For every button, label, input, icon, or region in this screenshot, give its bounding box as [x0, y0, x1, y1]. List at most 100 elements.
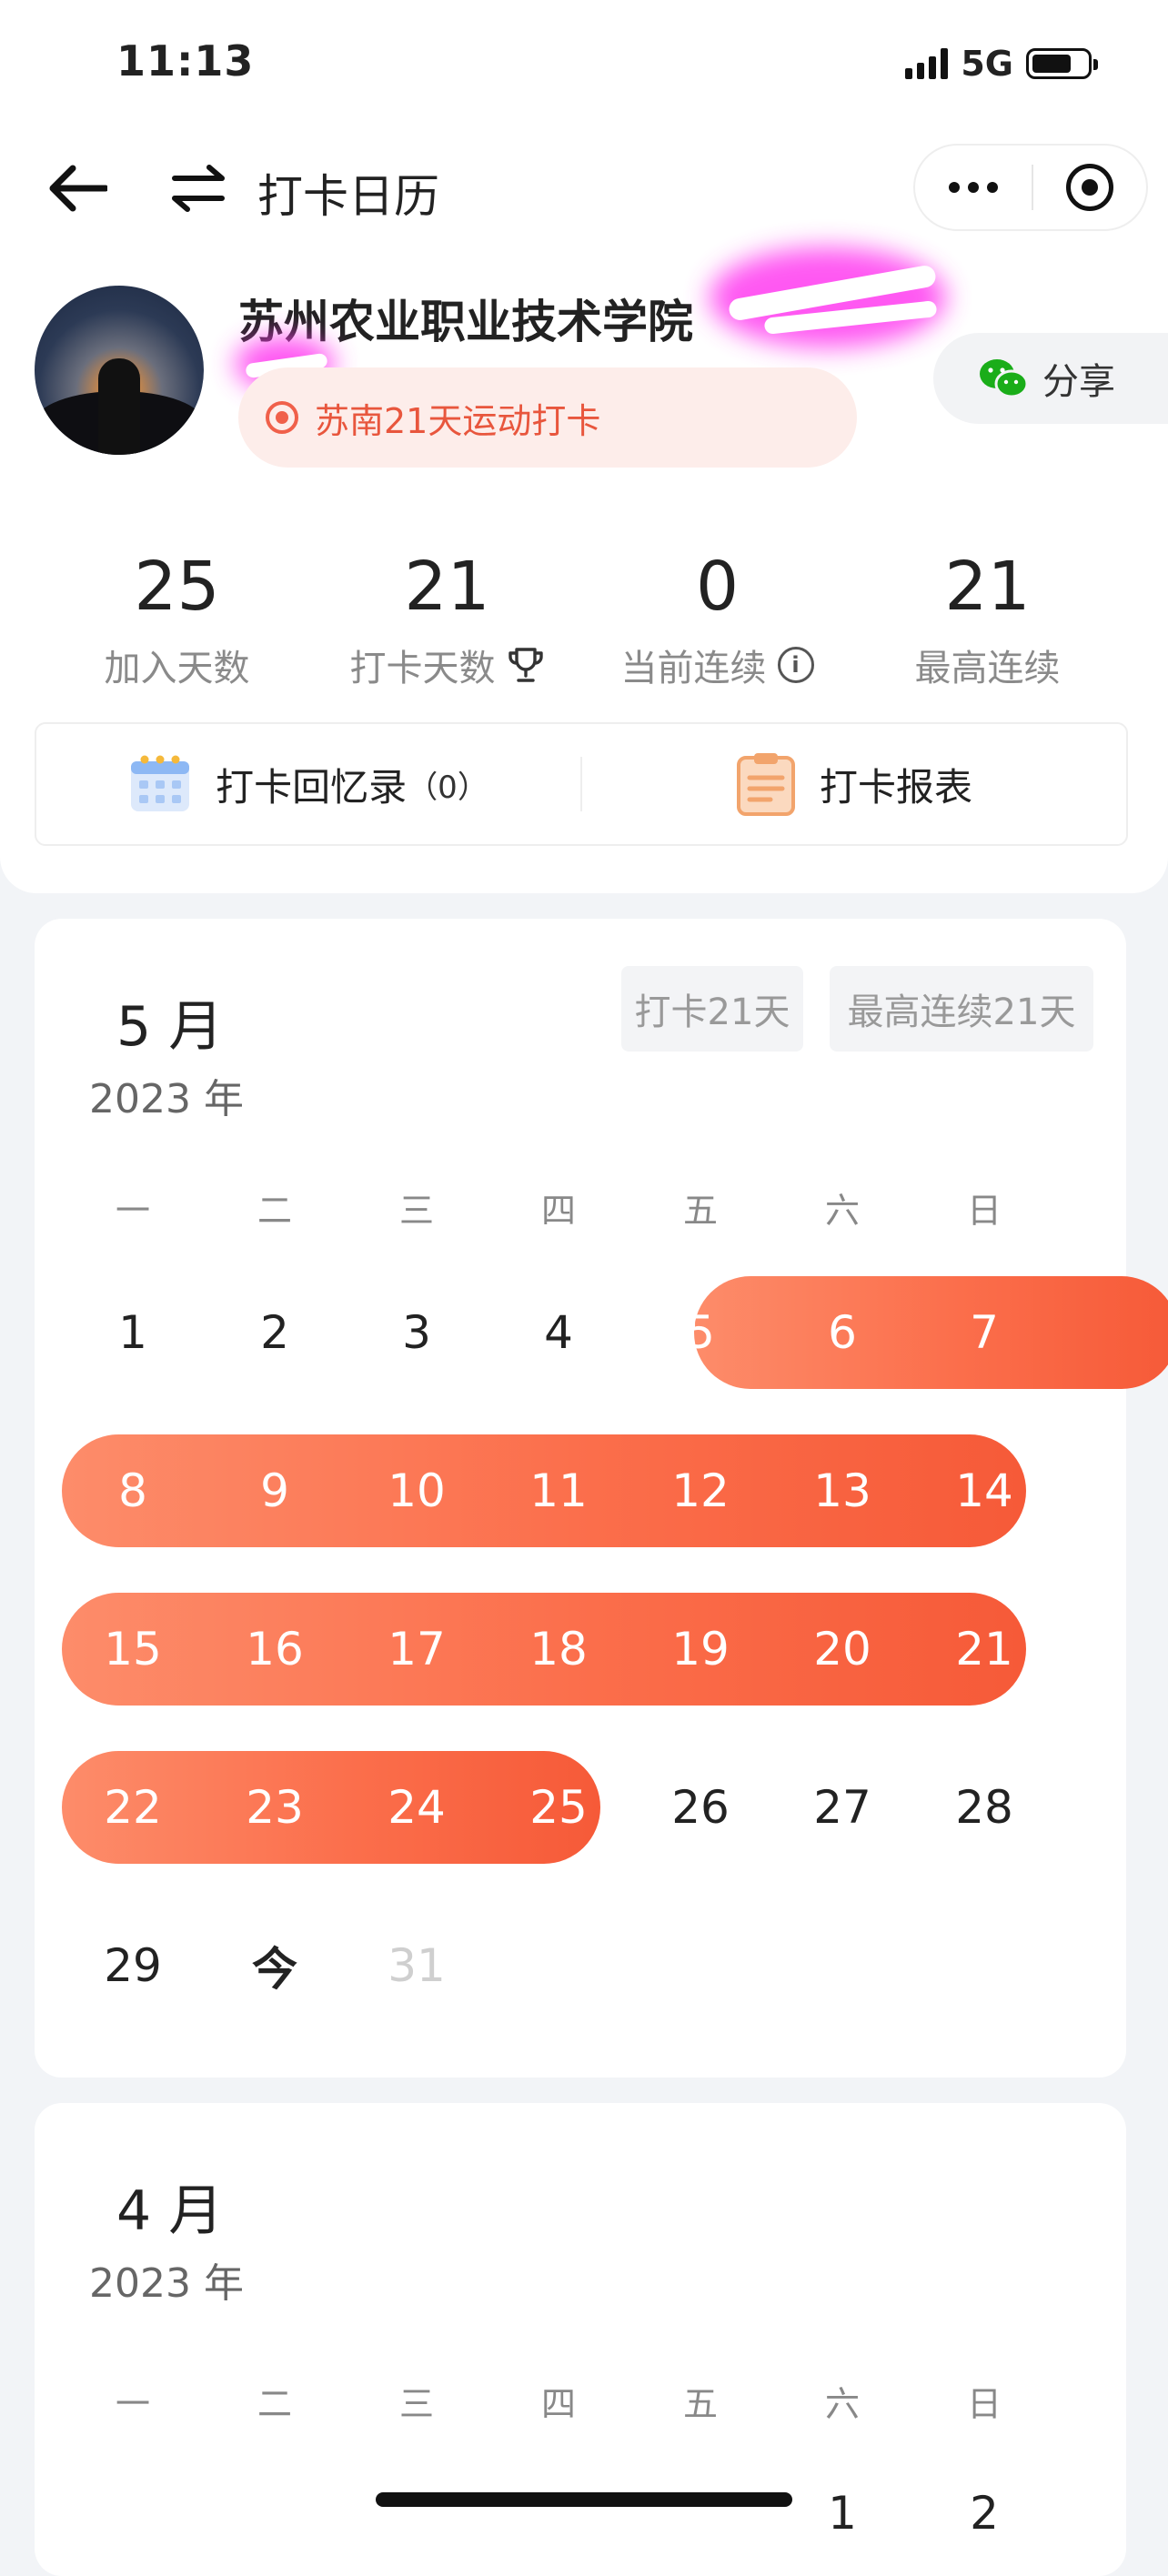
calendar-day[interactable]: 26	[629, 1781, 771, 1834]
calendar-day-checked[interactable]: 18	[488, 1623, 629, 1675]
calendar-day-checked[interactable]: 16	[204, 1623, 346, 1675]
calendar-day[interactable]: 4	[488, 1306, 629, 1359]
calendar-week: 8 9 10 11 12 13 14	[62, 1412, 1081, 1570]
stat-label: 加入天数	[104, 648, 250, 689]
stat-label: 当前连续	[620, 648, 767, 689]
calendar-day-checked[interactable]: 14	[913, 1464, 1055, 1517]
action-bar: 打卡回忆录 （0） 打卡报表	[35, 722, 1128, 846]
weekday-label: 六	[824, 2384, 860, 2424]
calendar-day-checked[interactable]: 15	[62, 1623, 204, 1675]
calendar-day-checked[interactable]: 5	[629, 1306, 771, 1359]
status-icons: 5G	[905, 44, 1098, 84]
battery-icon	[1026, 48, 1098, 79]
report-button[interactable]: 打卡报表	[582, 724, 1126, 844]
status-time: 11:13	[116, 36, 255, 86]
month-label: 5 月	[116, 995, 224, 1059]
calendar-day[interactable]: 2	[204, 1306, 346, 1359]
calendar-week: 15 16 17 18 19 20 21	[62, 1570, 1081, 1728]
weekday-label: 五	[682, 2384, 718, 2424]
calendar-day-checked[interactable]: 19	[629, 1623, 771, 1675]
signal-icon	[905, 48, 949, 79]
calendar-day[interactable]: 29	[62, 1939, 204, 1992]
weekday-label: 四	[540, 1191, 576, 1231]
calendar-week: 22 23 24 25 26 27 28	[62, 1728, 1081, 1887]
calendar-day-checked[interactable]: 17	[346, 1623, 488, 1675]
calendar-day[interactable]: 1	[771, 2487, 913, 2540]
weekday-label: 六	[824, 1191, 860, 1231]
weekday-label: 五	[682, 1191, 718, 1231]
weekday-label: 三	[398, 1191, 434, 1231]
info-icon[interactable]: i	[777, 647, 814, 683]
calendar-day-checked[interactable]: 12	[629, 1464, 771, 1517]
calendar-day[interactable]: 1	[62, 1306, 204, 1359]
stat-label: 最高连续	[914, 648, 1061, 689]
page-title: 打卡日历	[257, 170, 439, 223]
share-label: 分享	[1042, 361, 1115, 403]
memories-label: 打卡回忆录	[216, 764, 408, 810]
calendar-day-checked[interactable]: 11	[488, 1464, 629, 1517]
month-card-may: 5 月 2023 年 打卡21天 最高连续21天 一 二 三 四 五 六 日 1…	[35, 919, 1168, 2078]
calendar-day-checked[interactable]: 8	[62, 1464, 204, 1517]
month-label: 4 月	[116, 2179, 224, 2243]
calendar-day-checked[interactable]: 25	[488, 1781, 629, 1834]
stat-max-streak: 21 最高连续	[852, 546, 1123, 691]
activity-name: 苏南21天运动打卡	[315, 400, 601, 441]
network-type: 5G	[961, 44, 1013, 84]
memories-button[interactable]: 打卡回忆录 （0）	[36, 724, 580, 844]
memories-count: （0）	[407, 769, 488, 806]
avatar[interactable]	[35, 286, 204, 455]
calendar-day-checked[interactable]: 13	[771, 1464, 913, 1517]
share-button[interactable]: 分享	[933, 333, 1168, 424]
calendar-week: 29 今 31	[62, 1887, 1081, 2045]
back-arrow-icon[interactable]	[36, 156, 118, 220]
switch-icon[interactable]	[162, 156, 235, 220]
stat-value: 0	[695, 548, 740, 626]
target-icon	[266, 401, 298, 434]
calendar-day-future: 31	[388, 1939, 446, 1992]
stat-value: 21	[944, 548, 1031, 626]
calendar-week: 1 2 3 4 5 6 7	[62, 1253, 1168, 1412]
calendar-day-today[interactable]: 今	[204, 1933, 346, 1998]
calendar-day-checked[interactable]: 24	[346, 1781, 488, 1834]
calendar-day-checked[interactable]: 20	[771, 1623, 913, 1675]
year-label: 2023 年	[89, 1076, 244, 1122]
calendar-grid: 1 2	[62, 2430, 1081, 2540]
trophy-icon	[508, 648, 543, 682]
weekday-label: 日	[966, 2384, 1002, 2424]
wechat-icon	[980, 359, 1028, 398]
calendar-day[interactable]: 28	[913, 1781, 1055, 1834]
calendar-day[interactable]: 3	[346, 1306, 488, 1359]
stat-current-streak[interactable]: 0 当前连续 i	[582, 546, 852, 691]
year-label: 2023 年	[89, 2260, 244, 2307]
mini-program-capsule	[913, 144, 1148, 231]
weekday-label: 一	[115, 2384, 150, 2424]
calendar-day-checked[interactable]: 10	[346, 1464, 488, 1517]
stats-row: 25 加入天数 21 打卡天数 0 当前连续 i 21 最高连续	[0, 546, 1168, 691]
calendar-day-checked[interactable]: 23	[204, 1781, 346, 1834]
weekday-label: 一	[115, 1191, 150, 1231]
weekday-header: 一 二 三 四 五 六 日	[62, 1182, 1081, 1233]
calendar-day-checked[interactable]: 9	[204, 1464, 346, 1517]
report-label: 打卡报表	[819, 764, 972, 810]
calendar-grid: 1 2 3 4 5 6 7 8 9 10 11 12 13 14 15 16 1…	[62, 1253, 1168, 2045]
calendar-week: 1 2	[62, 2430, 1081, 2540]
clipboard-icon	[736, 753, 795, 816]
weekday-label: 日	[966, 1191, 1002, 1231]
weekday-label: 二	[257, 2384, 292, 2424]
home-indicator	[376, 2492, 792, 2507]
checkin-count-badge: 打卡21天	[621, 966, 803, 1052]
weekday-label: 三	[398, 2384, 434, 2424]
calendar-day-checked[interactable]: 21	[913, 1623, 1055, 1675]
close-target-icon[interactable]	[1033, 164, 1146, 211]
more-icon[interactable]	[915, 146, 1032, 229]
calendar-day[interactable]: 2	[913, 2487, 1055, 2540]
calendar-day-checked[interactable]: 22	[62, 1781, 204, 1834]
stat-checkin-days[interactable]: 21 打卡天数	[312, 546, 582, 691]
calendar-day-checked[interactable]: 7	[913, 1306, 1055, 1359]
calendar-day-checked[interactable]: 6	[771, 1306, 913, 1359]
calendar-day[interactable]: 27	[771, 1781, 913, 1834]
activity-tag[interactable]: 苏南21天运动打卡	[238, 367, 857, 468]
profile-header: 11:13 5G 打卡日历 苏州农业职业技术学院 苏南21天运动打卡 分享 25…	[0, 0, 1168, 893]
weekday-label: 二	[257, 1191, 292, 1231]
calendar-icon	[131, 755, 190, 811]
